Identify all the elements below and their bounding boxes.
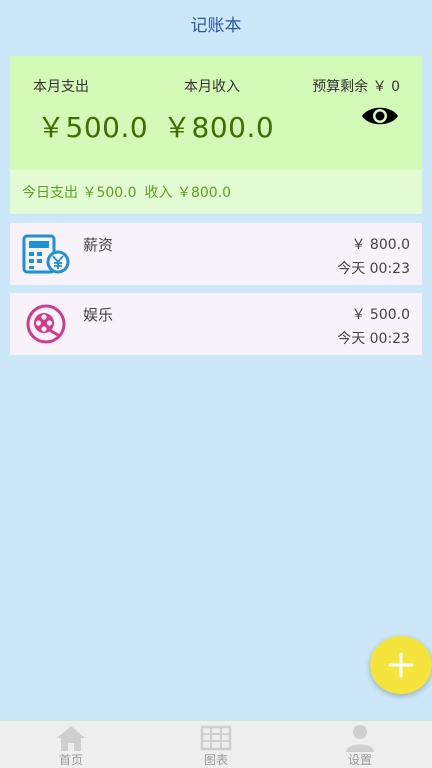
month-income-value: ￥800.0: [163, 111, 275, 144]
today-summary: 今日支出 ￥500.0 收入 ￥800.0: [10, 170, 422, 214]
record-amount: ￥ 800.0: [351, 237, 410, 253]
tab-chart-label: 图表: [203, 753, 228, 767]
film-reel-icon: [26, 304, 66, 344]
month-income-label: 本月收入: [184, 79, 240, 95]
today-income: 收入 ￥800.0: [144, 185, 232, 201]
tab-chart[interactable]: 图表: [171, 721, 261, 768]
app-header: 记账本: [0, 0, 432, 46]
tab-home[interactable]: 首页: [26, 721, 116, 768]
record-time: 今天 00:23: [337, 331, 410, 347]
tab-home-label: 首页: [58, 753, 83, 767]
budget-remaining[interactable]: 预算剩余 ￥ 0: [312, 76, 400, 96]
today-expense: 今日支出 ￥500.0: [22, 185, 137, 201]
eye-icon[interactable]: [360, 104, 400, 128]
list-item-salary[interactable]: 薪资 ￥ 800.0 今天 00:23: [10, 223, 422, 285]
person-icon: [346, 725, 374, 752]
page-title: 记账本: [190, 15, 242, 36]
home-icon: [57, 726, 85, 751]
list-item-entertainment[interactable]: 娱乐 ￥ 500.0 今天 00:23: [10, 293, 422, 355]
record-amount: ￥ 500.0: [351, 307, 410, 323]
summary-labels: 本月支出 本月收入 预算剩余 ￥ 0: [10, 76, 422, 96]
plus-icon: [388, 652, 414, 678]
summary-card: 本月支出 本月收入 预算剩余 ￥ 0 ￥500.0 ￥800.0 今日支出 ￥5…: [10, 56, 422, 214]
month-expense-value: ￥500.0: [37, 111, 149, 144]
record-time: 今天 00:23: [337, 261, 410, 277]
add-record-button[interactable]: [370, 636, 432, 694]
calculator-icon: [22, 234, 70, 274]
tab-settings[interactable]: 设置: [315, 721, 405, 768]
record-name: 娱乐: [83, 306, 114, 324]
record-name: 薪资: [83, 236, 114, 254]
chart-grid-icon: [200, 725, 232, 751]
tab-settings-label: 设置: [347, 753, 372, 767]
bottom-tab-bar: 首页 图表 设置: [0, 720, 432, 768]
month-expense-label: 本月支出: [33, 79, 89, 95]
